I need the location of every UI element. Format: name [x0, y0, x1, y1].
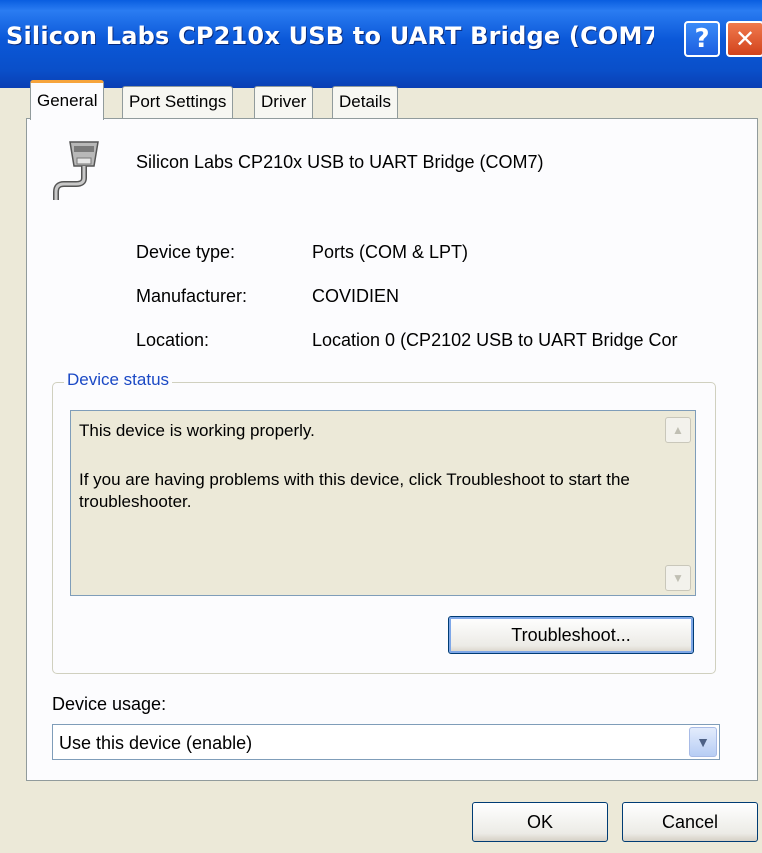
cancel-button[interactable]: Cancel	[622, 802, 758, 842]
chevron-up-icon: ▲	[672, 423, 684, 437]
chevron-down-icon: ▼	[696, 734, 710, 750]
location-value: Location 0 (CP2102 USB to UART Bridge Co…	[312, 330, 678, 350]
help-icon: ?	[694, 24, 710, 54]
device-usage-select[interactable]: Use this device (enable) ▼	[52, 724, 720, 760]
window-title: Silicon Labs CP210x USB to UART Bridge (…	[6, 22, 654, 50]
device-status-legend: Device status	[64, 370, 173, 390]
help-button[interactable]: ?	[684, 21, 720, 57]
manufacturer-label: Manufacturer:	[136, 286, 248, 306]
chevron-down-icon: ▼	[672, 571, 684, 585]
tab-details[interactable]: Details	[332, 86, 398, 118]
ok-button[interactable]: OK	[472, 802, 608, 842]
title-bar[interactable]: Silicon Labs CP210x USB to UART Bridge (…	[0, 0, 762, 88]
manufacturer-value: COVIDIEN	[312, 286, 400, 306]
device-name: Silicon Labs CP210x USB to UART Bridge (…	[136, 152, 544, 172]
location-label: Location:	[136, 330, 210, 350]
serial-port-icon	[53, 141, 99, 200]
troubleshoot-hint: If you are having problems with this dev…	[79, 470, 630, 511]
tab-port-settings[interactable]: Port Settings	[122, 86, 234, 118]
scroll-down-button[interactable]: ▼	[665, 565, 691, 591]
close-button[interactable]: ✕	[726, 21, 762, 57]
status-message: This device is working properly.	[79, 421, 315, 440]
close-icon: ✕	[734, 25, 756, 53]
device-type-label: Device type:	[136, 242, 236, 262]
device-status-textbox[interactable]: This device is working properly. If you …	[70, 410, 696, 596]
device-type-value: Ports (COM & LPT)	[312, 242, 469, 262]
troubleshoot-button[interactable]: Troubleshoot...	[448, 616, 694, 654]
scroll-up-button[interactable]: ▲	[665, 417, 691, 443]
tab-driver[interactable]: Driver	[254, 86, 314, 118]
dropdown-button[interactable]: ▼	[689, 727, 717, 757]
tab-general[interactable]: General	[30, 80, 105, 120]
device-usage-value: Use this device (enable)	[59, 733, 253, 753]
device-usage-label: Device usage:	[52, 694, 167, 714]
